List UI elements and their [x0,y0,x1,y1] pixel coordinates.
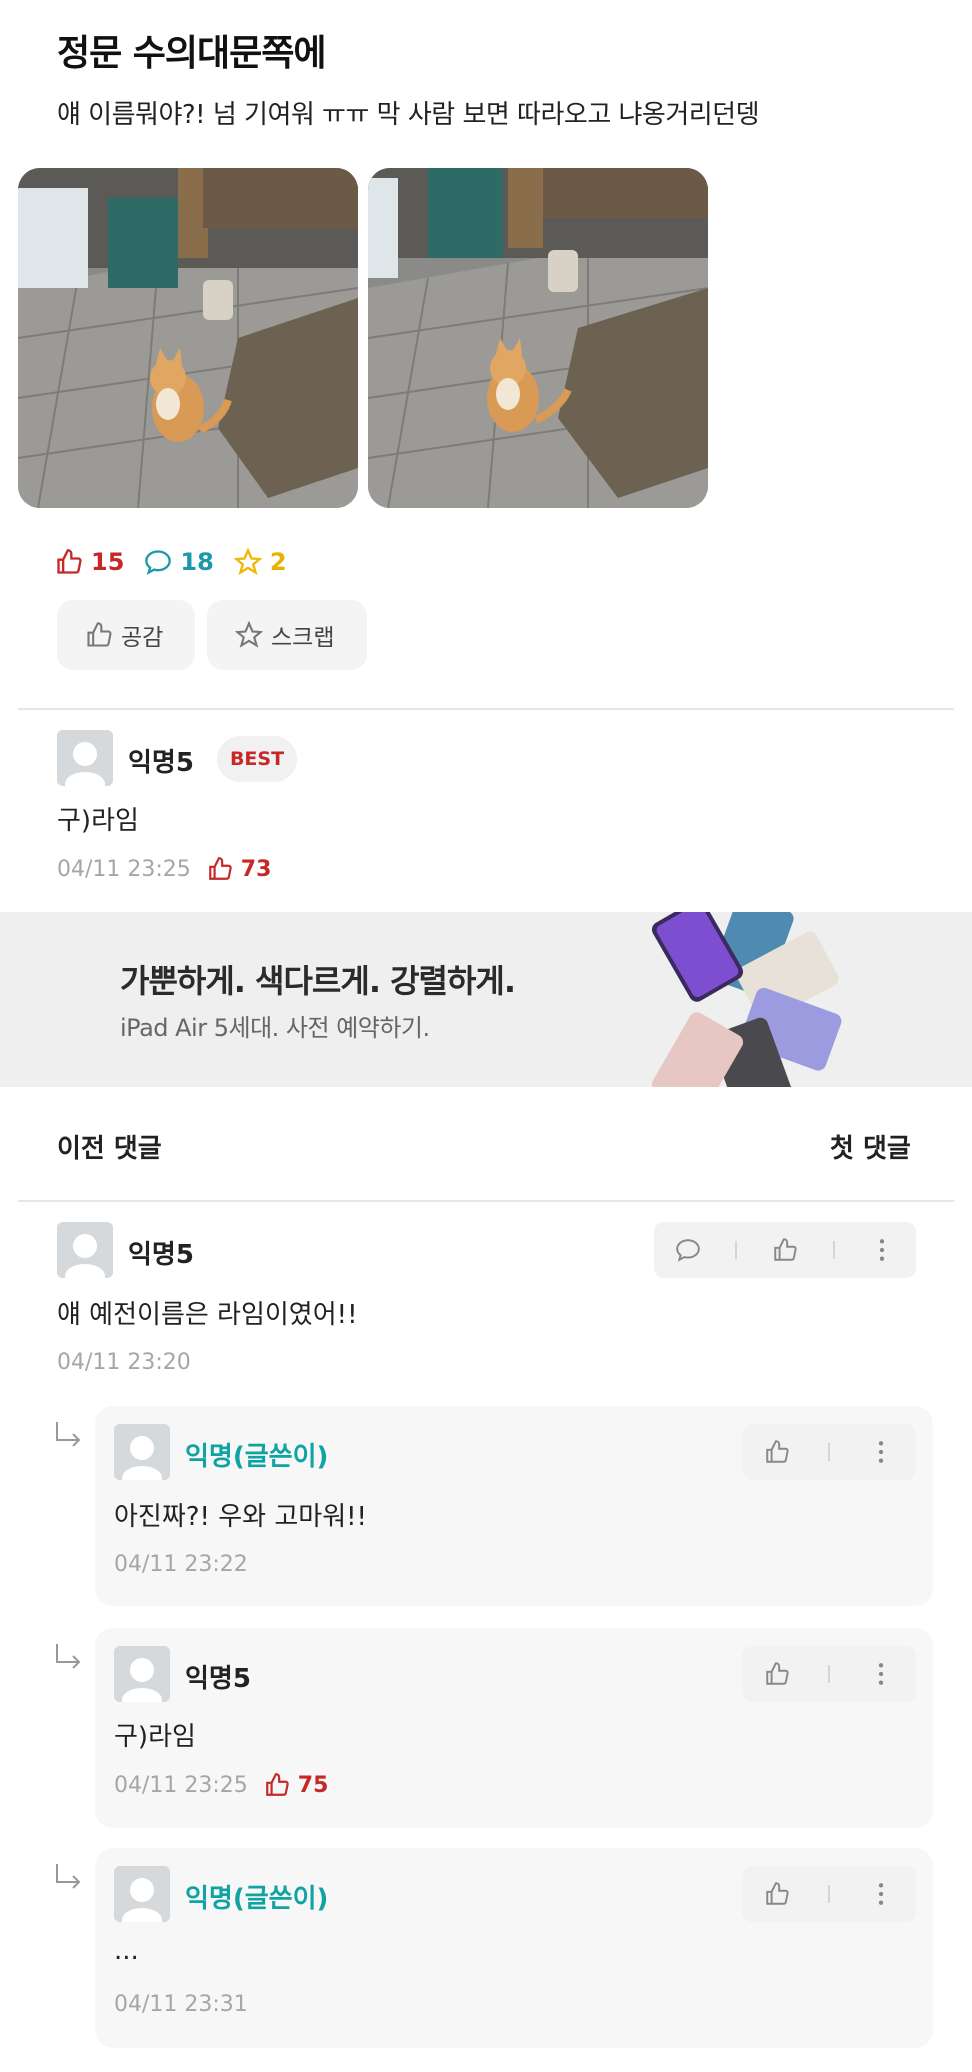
reply-time: 04/11 23:31 [114,1992,248,2017]
reply-meta: 04/11 23:31 [114,1992,248,2017]
comment-toolbox [654,1222,916,1278]
kebab-menu-icon [878,1441,883,1463]
post-actions: 공감 스크랩 [57,600,367,670]
reply-arrow-icon [56,1864,81,1889]
cat-photo-2[interactable] [368,168,708,508]
separator [827,1885,830,1903]
reply-meta: 04/11 23:22 [114,1552,248,1577]
photo-gallery [18,168,708,508]
reply-time: 04/11 23:25 [114,1772,248,1798]
reply-toolbox [742,1646,916,1702]
more-button[interactable] [861,1874,901,1914]
star-icon [235,621,263,648]
separator [827,1665,830,1683]
divider [18,1200,954,1202]
post-title: 정문 수의대문쪽에 [57,33,326,74]
comment-time: 04/11 23:25 [57,856,191,882]
post-body: 얘 이름뭐야?! 넘 기여워 ㅠㅠ 막 사람 보면 따라오고 냐옹거리던뎅 [57,100,760,130]
previous-comments-link[interactable]: 이전 댓글 [57,1128,162,1165]
avatar [57,730,113,786]
avatar [114,1646,170,1702]
reply-time: 04/11 23:22 [114,1552,248,1577]
reply-arrow-icon [56,1644,81,1669]
ad-banner[interactable]: 가뿐하게. 색다르게. 강렬하게. iPad Air 5세대. 사전 예약하기. [0,912,972,1087]
kebab-menu-icon [878,1663,883,1685]
speech-bubble-icon [675,1239,700,1262]
thumbs-up-icon [57,549,82,574]
separator [735,1241,738,1259]
thumbs-up-icon [774,1238,797,1261]
like-button[interactable]: 공감 [57,600,195,670]
comment-time: 04/11 23:20 [57,1350,191,1375]
avatar [114,1424,170,1480]
thumbs-up-icon [766,1882,789,1905]
star-icon [233,548,262,576]
scrap-count: 2 [233,548,287,576]
scrap-button[interactable]: 스크랩 [207,600,367,670]
reply-like-button[interactable] [757,1874,797,1914]
reply-author: 익명5 [185,1664,251,1694]
kebab-menu-icon [880,1239,885,1261]
reply-text: 구)라임 [114,1722,196,1752]
reply-author: 익명(글쓴이) [185,1884,329,1914]
comment-meta: 04/11 23:20 [57,1350,191,1375]
speech-bubble-icon [145,550,172,575]
reply-toolbox [742,1424,916,1480]
reply-like-count: 75 [264,1772,328,1798]
comment-like-count: 73 [207,856,271,882]
thumbs-up-icon [766,1662,789,1685]
ad-headline: 가뿐하게. 색다르게. 강렬하게. [120,962,516,1000]
best-comment-author: 익명5 [128,748,194,778]
reply-text: 아진짜?! 우와 고마워!! [114,1502,367,1532]
separator [827,1443,830,1461]
cat-photo-1[interactable] [18,168,358,508]
comment-author: 익명5 [128,1240,194,1270]
more-button[interactable] [861,1432,901,1472]
ipad-illustration [600,912,860,1087]
first-comment-link[interactable]: 첫 댓글 [830,1128,911,1165]
avatar [57,1222,113,1278]
more-button[interactable] [862,1230,902,1270]
thumbs-up-icon [208,857,232,880]
reply-like-button[interactable] [757,1654,797,1694]
thumbs-up-icon [87,622,112,647]
reply-meta: 04/11 23:25 75 [114,1772,328,1798]
post-stats: 15 18 2 [55,548,307,576]
comment-like-button[interactable] [765,1230,805,1270]
best-comment-meta: 04/11 23:25 73 [57,856,271,882]
best-comment-text: 구)라임 [57,806,139,836]
avatar [114,1866,170,1922]
reply-button[interactable] [668,1230,708,1270]
thumbs-up-icon [766,1440,789,1463]
separator [832,1241,835,1259]
reply-text: ... [114,1936,139,1966]
more-button[interactable] [861,1654,901,1694]
kebab-menu-icon [878,1883,883,1905]
reply-arrow-icon [56,1422,81,1447]
divider [18,708,954,710]
comment-text: 얘 예전이름은 라임이였어!! [57,1300,358,1330]
like-count: 15 [55,548,124,576]
thumbs-up-icon [265,1773,289,1796]
reply-toolbox [742,1866,916,1922]
ad-subline: iPad Air 5세대. 사전 예약하기. [120,1014,430,1042]
best-badge: BEST [217,736,297,782]
comment-count: 18 [144,548,214,576]
reply-like-button[interactable] [757,1432,797,1472]
reply-author: 익명(글쓴이) [185,1442,329,1472]
